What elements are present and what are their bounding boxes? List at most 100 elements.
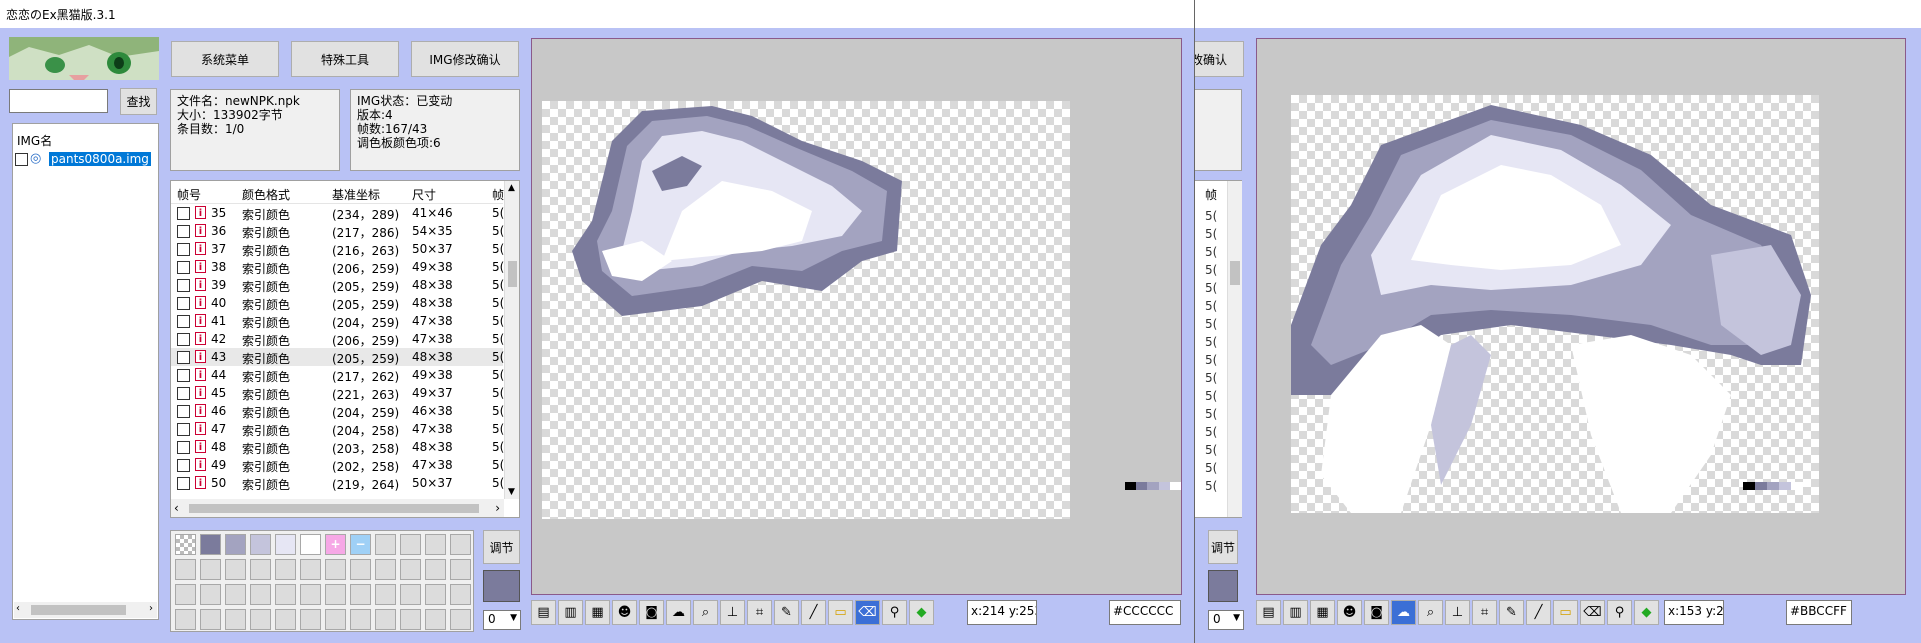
palette-icon[interactable]: ▥ (558, 600, 583, 625)
eraser-icon[interactable]: ⌫ (1580, 600, 1605, 625)
palette-cell[interactable] (175, 534, 196, 555)
palette-cell[interactable] (375, 534, 396, 555)
palette-cell[interactable] (225, 609, 246, 630)
palette-cell[interactable] (375, 559, 396, 580)
palette-cell[interactable] (325, 559, 346, 580)
table-row[interactable]: i 36 索引颜色 (217，286) 54×35 5( (171, 222, 504, 240)
film-icon[interactable]: ▦ (1310, 600, 1335, 625)
palette-cell[interactable] (200, 584, 221, 605)
add-color-button[interactable]: + (325, 534, 346, 555)
col-size[interactable]: 尺寸 (412, 186, 436, 203)
frame-table-hscrollbar[interactable]: ‹ › (171, 499, 504, 517)
table-row[interactable]: i 37 索引颜色 (216，263) 50×37 5( (171, 240, 504, 258)
chevron-down-icon[interactable]: ▼ (508, 487, 515, 497)
col-frame-id[interactable]: 帧号 (177, 186, 201, 203)
img-list-hscrollbar[interactable]: ‹ › (14, 602, 157, 618)
palette-cell[interactable] (275, 559, 296, 580)
cloud-icon[interactable]: ☁ (666, 600, 691, 625)
palette-icon[interactable]: ▥ (1283, 600, 1308, 625)
frame-checkbox[interactable] (177, 207, 190, 220)
img-confirm-button[interactable]: IMG修改确认 (411, 41, 519, 77)
zoom-select[interactable]: 0 ▼ (483, 610, 521, 630)
palette-cell[interactable] (450, 584, 471, 605)
search-button[interactable]: 查找 (120, 88, 157, 115)
adjust-button[interactable]: 调节 (483, 530, 520, 564)
hscroll-thumb[interactable] (31, 605, 126, 615)
line-icon[interactable]: ╱ (1526, 600, 1551, 625)
remove-color-button[interactable]: − (350, 534, 371, 555)
palette-cell[interactable] (350, 584, 371, 605)
palette-cell[interactable] (200, 559, 221, 580)
palette-cell[interactable] (175, 609, 196, 630)
eyedropper-icon[interactable]: ⚲ (1607, 600, 1632, 625)
palette-cell[interactable] (350, 609, 371, 630)
preview-canvas[interactable] (531, 38, 1182, 595)
chevron-left-icon[interactable]: ‹ (16, 603, 20, 614)
table-row[interactable]: i 35 索引颜色 (234，289) 41×46 5( (171, 204, 504, 222)
palette-cell[interactable] (325, 609, 346, 630)
chevron-right-icon[interactable]: › (495, 501, 500, 515)
system-menu-button[interactable]: 系统菜单 (171, 41, 279, 77)
table-row[interactable]: i 44 索引颜色 (217，262) 49×38 5( (171, 366, 504, 384)
palette-cell[interactable] (300, 534, 321, 555)
palette-cell[interactable] (250, 609, 271, 630)
col-color-format[interactable]: 颜色格式 (242, 186, 290, 203)
frame-checkbox[interactable] (177, 459, 190, 472)
palette-cell[interactable] (250, 534, 271, 555)
palette-cell[interactable] (275, 534, 296, 555)
table-row[interactable]: i 50 索引颜色 (219，264) 50×37 5( (171, 474, 504, 492)
eyedropper-icon[interactable]: ⚲ (882, 600, 907, 625)
palette-cell[interactable] (225, 584, 246, 605)
rectangle-icon[interactable]: ▭ (1553, 600, 1578, 625)
frame-checkbox[interactable] (177, 441, 190, 454)
palette-cell[interactable] (400, 559, 421, 580)
camera-icon[interactable]: ◙ (639, 600, 664, 625)
frame-checkbox[interactable] (177, 225, 190, 238)
palette-cell[interactable] (250, 559, 271, 580)
palette-cell[interactable] (450, 534, 471, 555)
rectangle-icon[interactable]: ▭ (828, 600, 853, 625)
palette-cell[interactable] (450, 609, 471, 630)
table-row[interactable]: i 47 索引颜色 (204，258) 47×38 5( (171, 420, 504, 438)
pencil-icon[interactable]: ✎ (774, 600, 799, 625)
palette-cell[interactable] (375, 584, 396, 605)
frame-checkbox[interactable] (177, 261, 190, 274)
palette-cell[interactable] (300, 609, 321, 630)
palette-cell[interactable] (300, 584, 321, 605)
palette-cell[interactable] (250, 584, 271, 605)
crop-icon[interactable]: ⌗ (1472, 600, 1497, 625)
table-row[interactable]: i 46 索引颜色 (204，259) 46×38 5( (171, 402, 504, 420)
table-row[interactable]: i 45 索引颜色 (221，263) 49×37 5( (171, 384, 504, 402)
chevron-right-icon[interactable]: › (149, 603, 153, 614)
palette-cell[interactable] (425, 584, 446, 605)
palette-cell[interactable] (400, 584, 421, 605)
frame-list-icon[interactable]: ▤ (531, 600, 556, 625)
palette-cell[interactable] (450, 559, 471, 580)
frame-checkbox[interactable] (177, 351, 190, 364)
table-row[interactable]: i 43 索引颜色 (205，259) 48×38 5( (171, 348, 504, 366)
frame-checkbox[interactable] (177, 477, 190, 490)
crop-icon[interactable]: ⌗ (747, 600, 772, 625)
frame-checkbox[interactable] (177, 387, 190, 400)
palette-cell[interactable] (425, 559, 446, 580)
col-base-coord[interactable]: 基准坐标 (332, 186, 380, 203)
frame-checkbox[interactable] (177, 333, 190, 346)
table-row[interactable]: i 38 索引颜色 (206，259) 49×38 5( (171, 258, 504, 276)
chevron-up-icon[interactable]: ▲ (508, 183, 515, 193)
palette-cell[interactable] (275, 584, 296, 605)
fill-tag-icon[interactable]: ◆ (1634, 600, 1659, 625)
vscroll-thumb[interactable] (508, 261, 517, 287)
frame-checkbox[interactable] (177, 243, 190, 256)
zoom-select-right[interactable]: 0 ▼ (1208, 610, 1244, 630)
palette-cell[interactable] (175, 559, 196, 580)
search-icon[interactable]: ⌕ (1418, 600, 1443, 625)
palette-cell[interactable] (325, 584, 346, 605)
search-input[interactable] (9, 89, 108, 113)
palette-cell[interactable] (200, 534, 221, 555)
img-confirm-button-right[interactable]: 改确认 (1194, 41, 1244, 77)
table-row[interactable]: i 39 索引颜色 (205，259) 48×38 5( (171, 276, 504, 294)
frame-checkbox[interactable] (177, 369, 190, 382)
pencil-icon[interactable]: ✎ (1499, 600, 1524, 625)
col-extra[interactable]: 帧 (492, 186, 504, 203)
img-checkbox[interactable] (15, 153, 28, 166)
